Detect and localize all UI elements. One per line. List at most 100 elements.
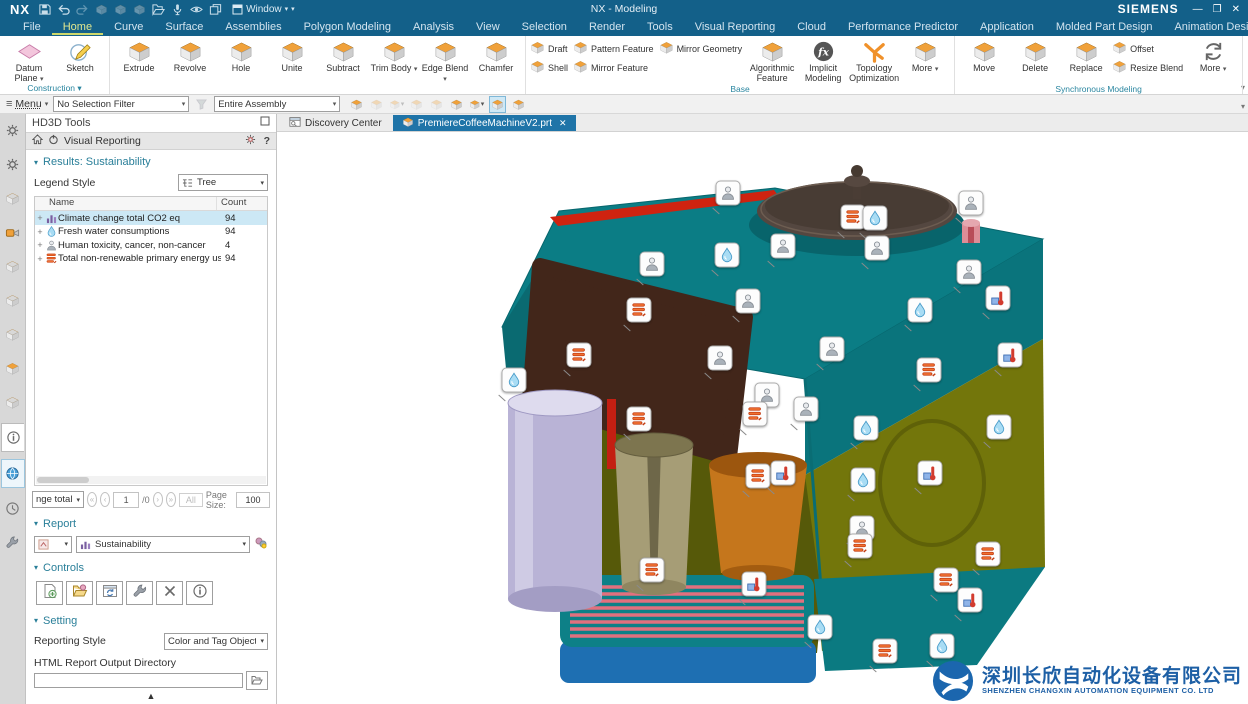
sketch-button[interactable]: Sketch — [55, 37, 105, 74]
report-tag-person-icon[interactable] — [794, 397, 819, 422]
expand-icon[interactable]: + — [35, 240, 45, 250]
float-panel-icon[interactable] — [260, 116, 270, 129]
shell-button[interactable]: Shell — [530, 59, 572, 76]
selection-scope-combo[interactable]: Entire Assembly ▾ — [214, 96, 340, 112]
undo-icon[interactable] — [57, 3, 70, 16]
prev-page-button[interactable]: ‹ — [100, 492, 110, 507]
pointer-icon[interactable] — [429, 97, 444, 112]
menu-tab-performance-predictor[interactable]: Performance Predictor — [837, 20, 969, 35]
report-tag-drop-icon[interactable] — [930, 634, 955, 659]
table-row[interactable]: + Total non-renewable primary energy use… — [35, 252, 267, 266]
delete-button[interactable]: Delete — [1010, 37, 1060, 74]
report-tag-person-icon[interactable] — [959, 191, 984, 216]
report-selector-dropdown[interactable]: Sustainability ▾ — [76, 536, 250, 553]
scrollbar-thumb[interactable] — [37, 477, 89, 483]
report-type-dropdown[interactable]: ▾ — [34, 536, 72, 553]
results-section-header[interactable]: ▾ Results: Sustainability — [26, 150, 276, 171]
expand-icon[interactable]: + — [35, 227, 45, 237]
report-tag-thermo-icon[interactable] — [918, 461, 943, 486]
last-page-button[interactable]: » — [166, 492, 176, 507]
panel-collapse-arrow[interactable]: ▲ — [26, 691, 276, 704]
delete-report-button[interactable] — [156, 581, 183, 605]
qat-overflow-icon[interactable]: ▾ — [291, 5, 295, 13]
help-icon[interactable]: ? — [264, 135, 270, 147]
unite-button[interactable]: Unite — [267, 37, 317, 74]
report-tag-thermo-icon[interactable] — [998, 343, 1023, 368]
edit-report-button[interactable] — [126, 581, 153, 605]
report-tag-coil-icon[interactable] — [627, 298, 652, 323]
replace-button[interactable]: Replace — [1061, 37, 1111, 74]
resource-bar-transform-gears-icon[interactable] — [2, 151, 24, 178]
menu-tab-surface[interactable]: Surface — [154, 20, 214, 35]
menu-tab-application[interactable]: Application — [969, 20, 1045, 35]
chamfer-button[interactable]: Chamfer — [471, 37, 521, 74]
report-settings-icon[interactable] — [254, 536, 268, 552]
filter-funnel-icon[interactable] — [194, 97, 209, 112]
resource-bar-visual-effects-icon[interactable] — [2, 389, 24, 416]
column-header-count[interactable]: Count — [216, 197, 267, 210]
report-tag-coil-icon[interactable] — [640, 558, 665, 583]
menu-tab-assemblies[interactable]: Assemblies — [214, 20, 292, 35]
report-tag-person-icon[interactable] — [771, 234, 796, 259]
column-header-name[interactable]: Name — [35, 197, 216, 210]
resource-bar-part-navigator-icon[interactable] — [2, 185, 24, 212]
open-icon[interactable] — [152, 3, 165, 16]
report-tag-drop-icon[interactable] — [908, 298, 933, 323]
information-button[interactable] — [186, 581, 213, 605]
menu-tab-render[interactable]: Render — [578, 20, 636, 35]
redo-icon[interactable] — [76, 3, 89, 16]
3d-canvas[interactable]: 深圳长欣自动化设备有限公司 SHENZHEN CHANGXIN AUTOMATI… — [277, 131, 1248, 704]
resource-bar-animation-camera-icon[interactable] — [2, 219, 24, 246]
report-section-header[interactable]: ▾ Report — [26, 512, 276, 533]
sync-arrows-icon[interactable] — [409, 97, 424, 112]
page-number-input[interactable] — [113, 492, 139, 508]
subtract-button[interactable]: Subtract — [318, 37, 368, 74]
first-page-button[interactable]: « — [87, 492, 97, 507]
menu-tab-home[interactable]: Home — [52, 20, 103, 35]
datum-plane-button[interactable]: Datum Plane ▾ — [4, 37, 54, 84]
window-menu[interactable]: Window ▾ ▾ — [232, 4, 295, 15]
resource-bar-web-browser-icon[interactable] — [1, 459, 25, 488]
open-report-button[interactable] — [66, 581, 93, 605]
report-tag-coil-icon[interactable] — [567, 343, 592, 368]
all-pages-button[interactable]: All — [179, 493, 203, 507]
browse-folder-icon[interactable] — [246, 671, 268, 690]
report-tag-thermo-icon[interactable] — [958, 588, 983, 613]
view-orient-icon[interactable] — [489, 96, 506, 113]
more-button[interactable]: More ▾ — [1188, 37, 1238, 74]
report-tag-person-icon[interactable] — [716, 181, 741, 206]
resource-bar-roles-icon[interactable] — [2, 253, 24, 280]
algorithmic-feature-button[interactable]: Algorithmic Feature — [747, 37, 797, 84]
report-tag-drop-icon[interactable] — [851, 468, 876, 493]
report-tag-coil-icon[interactable] — [627, 407, 652, 432]
menu-tab-view[interactable]: View — [465, 20, 511, 35]
tab-premierecoffeemachinev2-prt[interactable]: PremiereCoffeeMachineV2.prt✕ — [393, 115, 576, 131]
range-dropdown[interactable]: nge total ▾ — [32, 491, 84, 508]
report-tag-drop-icon[interactable] — [715, 243, 740, 268]
resource-bar-settings-gear-icon[interactable] — [2, 117, 24, 144]
paste-icon[interactable] — [133, 3, 146, 16]
restore-button[interactable]: ❐ — [1213, 4, 1222, 15]
resource-bar-history-icon[interactable] — [2, 495, 24, 522]
horizontal-scrollbar[interactable] — [36, 476, 266, 484]
edge-blend-button[interactable]: Edge Blend ▾ — [420, 37, 470, 84]
move-button[interactable]: Move — [959, 37, 1009, 74]
more-button[interactable]: More ▾ — [900, 37, 950, 74]
display-filter-icon[interactable]: ▾ — [389, 97, 404, 112]
windows-icon[interactable] — [209, 3, 222, 16]
snap-point-icon[interactable] — [349, 97, 364, 112]
report-tag-coil-icon[interactable] — [848, 534, 873, 559]
page-size-input[interactable] — [236, 492, 270, 508]
report-tag-drop-icon[interactable] — [502, 368, 527, 393]
menu-button[interactable]: ≡ Menu ▾ — [6, 98, 48, 110]
html-dir-input[interactable] — [34, 673, 243, 688]
pattern-feature-button[interactable]: Pattern Feature — [573, 40, 658, 57]
report-tag-coil-icon[interactable] — [746, 464, 771, 489]
resource-bar-hd3d-tools-icon[interactable] — [1, 423, 24, 452]
report-tag-drop-icon[interactable] — [987, 415, 1012, 440]
report-tag-drop-icon[interactable] — [863, 206, 888, 231]
home-icon[interactable] — [32, 134, 43, 148]
menu-tab-selection[interactable]: Selection — [511, 20, 578, 35]
offset-button[interactable]: Offset — [1112, 40, 1187, 57]
expand-icon[interactable]: + — [35, 254, 45, 264]
